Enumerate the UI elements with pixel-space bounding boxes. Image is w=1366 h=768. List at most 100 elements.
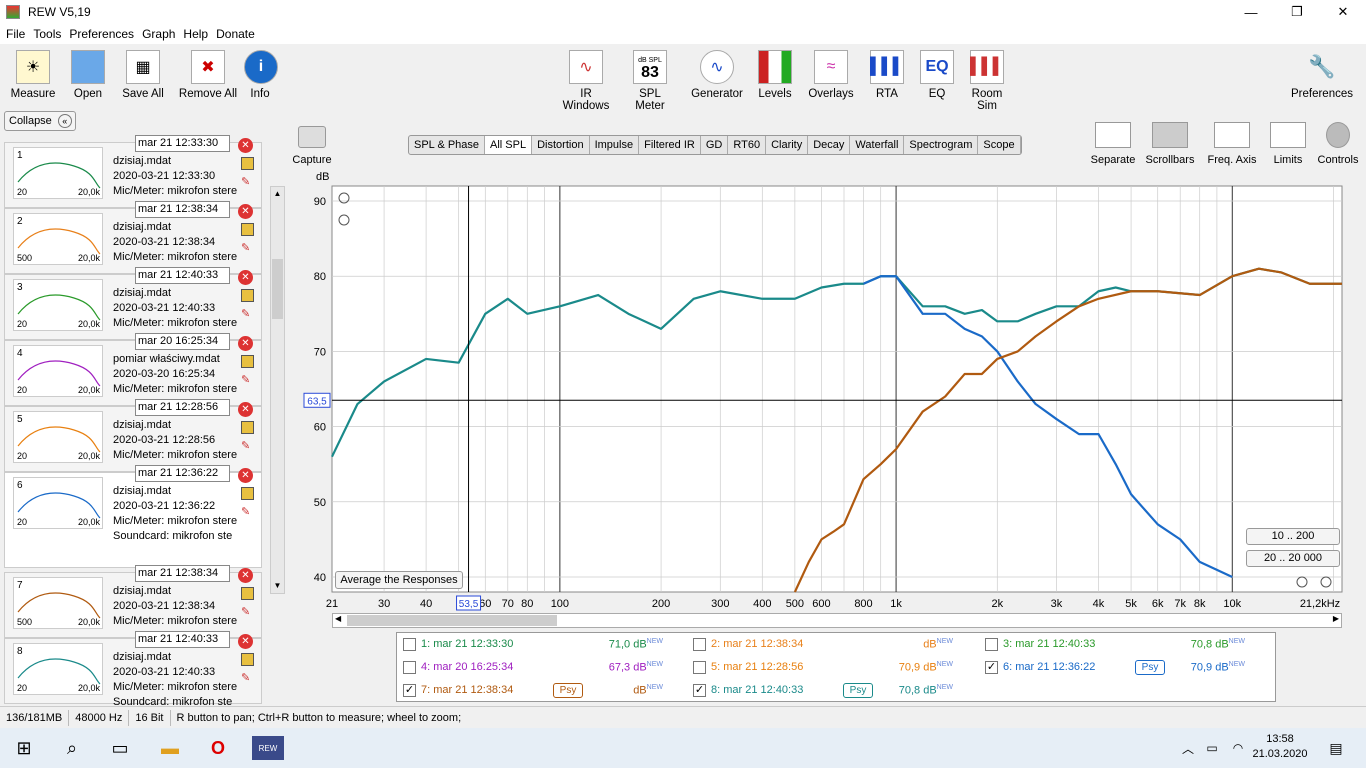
measurement-thumbnail[interactable]: 5 20 20,0k xyxy=(13,411,103,463)
minimize-button[interactable]: — xyxy=(1228,0,1274,24)
tab-decay[interactable]: Decay xyxy=(808,136,851,154)
measurement-name-field[interactable]: mar 20 16:25:34 xyxy=(135,333,230,350)
measurement-thumbnail[interactable]: 7 500 20,0k xyxy=(13,577,103,629)
scrollbar-thumb[interactable] xyxy=(272,259,283,319)
psy-smoothing-badge[interactable]: Psy xyxy=(843,683,873,698)
measurement-thumbnail[interactable]: 8 20 20,0k xyxy=(13,643,103,695)
scroll-down-arrow[interactable]: ▼ xyxy=(271,579,284,593)
file-explorer-icon[interactable]: ▬ xyxy=(158,736,182,760)
tab-gd[interactable]: GD xyxy=(701,136,729,154)
tab-rt60[interactable]: RT60 xyxy=(728,136,767,154)
legend-checkbox[interactable] xyxy=(693,638,706,651)
legend-checkbox[interactable]: ✓ xyxy=(403,684,416,697)
measurement-name-field[interactable]: mar 21 12:40:33 xyxy=(135,267,230,284)
measurement-card[interactable]: mar 21 12:28:56 ✕ 5 20 20,0k dzisiaj.mda… xyxy=(4,399,262,472)
generator-button[interactable]: ∿ Generator xyxy=(690,50,744,100)
pencil-icon[interactable]: ✎ xyxy=(241,439,254,452)
wifi-icon[interactable]: ◠ xyxy=(1226,736,1250,760)
measurement-thumbnail[interactable]: 1 20 20,0k xyxy=(13,147,103,199)
ir-windows-button[interactable]: ∿ IR Windows xyxy=(556,50,616,112)
psy-smoothing-badge[interactable]: Psy xyxy=(1135,660,1165,675)
notifications-icon[interactable]: ▤ xyxy=(1324,736,1348,760)
scroll-up-arrow[interactable]: ▲ xyxy=(271,187,284,201)
remove-measurement-icon[interactable]: ✕ xyxy=(238,270,253,285)
open-button[interactable]: Open xyxy=(68,50,108,100)
average-responses-button[interactable]: Average the Responses xyxy=(335,571,463,589)
remove-measurement-icon[interactable]: ✕ xyxy=(238,204,253,219)
tab-impulse[interactable]: Impulse xyxy=(590,136,640,154)
measurement-name-field[interactable]: mar 21 12:33:30 xyxy=(135,135,230,152)
windows-start-icon[interactable]: ⊞ xyxy=(12,736,36,760)
legend-checkbox[interactable] xyxy=(403,661,416,674)
edit-notes-icon[interactable] xyxy=(241,587,254,600)
legend-checkbox[interactable] xyxy=(693,661,706,674)
frequency-scrollbar[interactable]: ◀ ▶ xyxy=(332,613,1342,628)
opera-icon[interactable]: O xyxy=(206,736,230,760)
chevron-up-icon[interactable]: ︿ xyxy=(1176,736,1200,760)
menu-graph[interactable]: Graph xyxy=(142,27,175,41)
controls-button[interactable]: Controls xyxy=(1316,122,1360,166)
scroll-right-arrow[interactable]: ▶ xyxy=(1333,614,1339,623)
pencil-icon[interactable]: ✎ xyxy=(241,241,254,254)
overlays-button[interactable]: ≈ Overlays xyxy=(806,50,856,100)
measurement-card[interactable]: mar 20 16:25:34 ✕ 4 20 20,0k pomiar właś… xyxy=(4,333,262,406)
tab-spl-phase[interactable]: SPL & Phase xyxy=(409,136,486,154)
tab-distortion[interactable]: Distortion xyxy=(532,136,590,154)
legend-checkbox[interactable]: ✓ xyxy=(693,684,706,697)
spl-meter-button[interactable]: dB SPL 83 SPL Meter xyxy=(624,50,676,112)
menu-file[interactable]: File xyxy=(6,27,25,41)
legend-checkbox[interactable] xyxy=(403,638,416,651)
measurements-scrollbar[interactable]: ▲ ▼ xyxy=(270,186,285,594)
measurement-card[interactable]: mar 21 12:38:34 ✕ 7 500 20,0k dzisiaj.md… xyxy=(4,565,262,638)
scroll-left-arrow[interactable]: ◀ xyxy=(335,614,341,623)
tab-spectrogram[interactable]: Spectrogram xyxy=(904,136,979,154)
measurement-card[interactable]: mar 21 12:33:30 ✕ 1 20 20,0k dzisiaj.mda… xyxy=(4,135,262,208)
maximize-button[interactable]: ❐ xyxy=(1274,0,1320,24)
spl-plot[interactable]: dB90807060504021 30 40 60 70 80 100 200 300 400 50… xyxy=(288,166,1358,612)
remove-measurement-icon[interactable]: ✕ xyxy=(238,402,253,417)
measurement-name-field[interactable]: mar 21 12:38:34 xyxy=(135,201,230,218)
rew-taskbar-icon[interactable]: REW xyxy=(252,736,284,760)
edit-notes-icon[interactable] xyxy=(241,653,254,666)
limits-button[interactable]: Limits xyxy=(1268,122,1308,166)
separate-button[interactable]: Separate xyxy=(1088,122,1138,166)
taskbar-clock[interactable]: 13:58 21.03.2020 xyxy=(1250,732,1310,762)
remove-all-button[interactable]: ✖ Remove All xyxy=(178,50,238,100)
remove-measurement-icon[interactable]: ✕ xyxy=(238,568,253,583)
pencil-icon[interactable]: ✎ xyxy=(241,505,254,518)
frequency-scroll-thumb[interactable] xyxy=(347,615,557,626)
preferences-button[interactable]: 🔧 Preferences xyxy=(1290,50,1354,100)
measurement-card[interactable]: mar 21 12:40:33 ✕ 8 20 20,0k dzisiaj.mda… xyxy=(4,631,262,708)
info-button[interactable]: i Info xyxy=(244,50,278,100)
remove-measurement-icon[interactable]: ✕ xyxy=(238,336,253,351)
pencil-icon[interactable]: ✎ xyxy=(241,175,254,188)
edit-notes-icon[interactable] xyxy=(241,289,254,302)
task-view-icon[interactable]: ▭ xyxy=(108,736,132,760)
pencil-icon[interactable]: ✎ xyxy=(241,373,254,386)
measurement-thumbnail[interactable]: 3 20 20,0k xyxy=(13,279,103,331)
eq-button[interactable]: EQ EQ xyxy=(920,50,954,100)
scrollbars-button[interactable]: Scrollbars xyxy=(1144,122,1196,166)
legend-checkbox[interactable] xyxy=(985,638,998,651)
rta-button[interactable]: ▌▌▌ RTA xyxy=(870,50,904,100)
measurement-thumbnail[interactable]: 6 20 20,0k xyxy=(13,477,103,529)
measurement-thumbnail[interactable]: 4 20 20,0k xyxy=(13,345,103,397)
edit-notes-icon[interactable] xyxy=(241,487,254,500)
tab-filtered-ir[interactable]: Filtered IR xyxy=(639,136,701,154)
measurement-name-field[interactable]: mar 21 12:36:22 xyxy=(135,465,230,482)
measurement-card[interactable]: mar 21 12:36:22 ✕ 6 20 20,0k dzisiaj.mda… xyxy=(4,465,262,605)
levels-button[interactable]: Levels xyxy=(756,50,794,100)
edit-notes-icon[interactable] xyxy=(241,157,254,170)
menu-help[interactable]: Help xyxy=(183,27,208,41)
tab-all-spl[interactable]: All SPL xyxy=(485,136,533,154)
pencil-icon[interactable]: ✎ xyxy=(241,605,254,618)
tab-clarity[interactable]: Clarity xyxy=(766,136,809,154)
search-icon[interactable]: ⌕ xyxy=(60,736,84,760)
pencil-icon[interactable]: ✎ xyxy=(241,671,254,684)
legend-checkbox[interactable]: ✓ xyxy=(985,661,998,674)
collapse-button[interactable]: Collapse « xyxy=(4,111,76,131)
measurement-card[interactable]: mar 21 12:40:33 ✕ 3 20 20,0k dzisiaj.mda… xyxy=(4,267,262,340)
close-button[interactable]: ✕ xyxy=(1320,0,1366,24)
measurement-name-field[interactable]: mar 21 12:28:56 xyxy=(135,399,230,416)
pencil-icon[interactable]: ✎ xyxy=(241,307,254,320)
